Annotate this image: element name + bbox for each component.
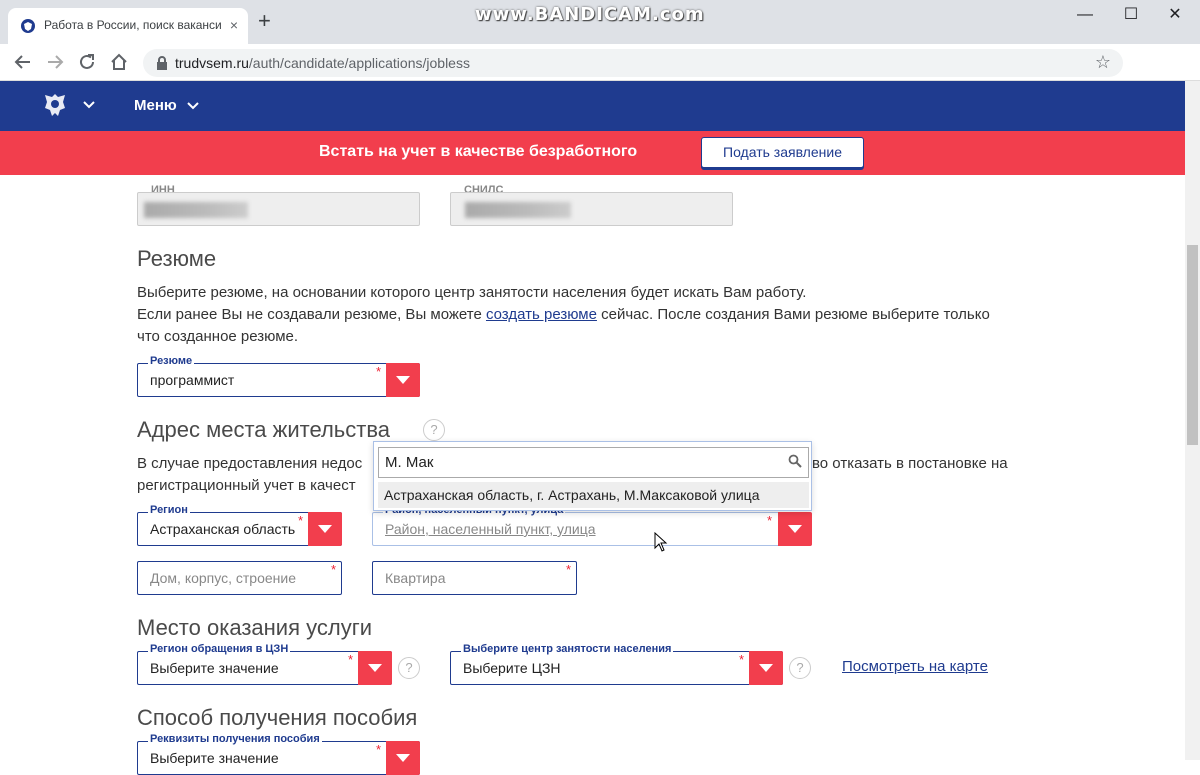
submit-application-button[interactable]: Подать заявление xyxy=(701,137,864,168)
service-region-help-icon[interactable]: ? xyxy=(398,657,420,679)
home-icon[interactable] xyxy=(108,51,130,73)
apartment-required-mark: * xyxy=(566,562,572,577)
service-region-select[interactable]: Выберите значение * xyxy=(137,651,392,685)
menu-button[interactable]: Меню xyxy=(134,97,177,114)
site-header: Меню xyxy=(0,81,1185,131)
address-desc-line1-pre: В случае предоставления недос xyxy=(137,455,363,472)
house-input[interactable]: Дом, корпус, строение * xyxy=(137,561,342,595)
lock-icon xyxy=(157,56,167,70)
benefit-details-select[interactable]: Выберите значение * xyxy=(137,741,420,775)
address-help-icon[interactable]: ? xyxy=(423,419,445,441)
address-bar: trudvsem.ru/auth/candidate/applications/… xyxy=(0,44,1200,117)
reload-icon[interactable] xyxy=(76,51,98,73)
employment-center-value: Выберите ЦЗН xyxy=(463,660,561,676)
resume-select[interactable]: программист * xyxy=(137,363,420,397)
service-region-required-mark: * xyxy=(348,652,354,667)
url-text: trudvsem.ru/auth/candidate/applications/… xyxy=(175,55,470,71)
inn-redacted xyxy=(144,202,248,218)
mouse-cursor-icon xyxy=(654,532,668,552)
url-input[interactable]: trudvsem.ru/auth/candidate/applications/… xyxy=(143,49,1123,77)
region-dropdown-arrow-icon[interactable] xyxy=(308,512,342,546)
url-domain: trudvsem.ru xyxy=(175,55,249,71)
recorder-watermark: www.BANDICAM.com xyxy=(475,4,705,25)
address-desc-line2-pre: регистрационный учет в качест xyxy=(137,477,356,494)
service-section-title: Место оказания услуги xyxy=(137,615,373,640)
address-description-left: В случае предоставления недос регистраци… xyxy=(137,453,377,497)
apartment-input-placeholder: Квартира xyxy=(385,570,446,586)
resume-desc-line2-pre: Если ранее Вы не создавали резюме, Вы мо… xyxy=(137,306,486,323)
create-resume-link[interactable]: создать резюме xyxy=(486,306,597,323)
employment-center-select[interactable]: Выберите ЦЗН * xyxy=(450,651,783,685)
district-option-text: Астраханская область, г. Астрахань, М.Ма… xyxy=(384,487,760,503)
employment-center-label: Выберите центр занятости населения xyxy=(461,643,674,655)
back-arrow-icon[interactable] xyxy=(12,51,34,73)
employment-center-dropdown-arrow-icon[interactable] xyxy=(749,651,783,685)
tab-close-icon[interactable]: × xyxy=(230,17,238,33)
resume-desc-line2: Если ранее Вы не создавали резюме, Вы мо… xyxy=(137,304,1097,326)
region-required-mark: * xyxy=(298,513,304,528)
maximize-button[interactable]: ☐ xyxy=(1108,6,1154,26)
benefit-required-mark: * xyxy=(376,742,382,757)
tab-title: Работа в России, поиск ваканси xyxy=(44,18,222,32)
region-select-label: Регион xyxy=(148,504,190,516)
service-region-value: Выберите значение xyxy=(150,660,279,676)
district-search-input[interactable]: М. Мак xyxy=(378,447,809,478)
bookmark-star-icon[interactable]: ☆ xyxy=(1095,52,1111,73)
menu-chevron-down-icon[interactable] xyxy=(186,98,200,112)
district-dropdown-popup: М. Мак Астраханская область, г. Астрахан… xyxy=(373,441,812,511)
resume-required-mark: * xyxy=(376,364,382,379)
url-path: /auth/candidate/applications/jobless xyxy=(248,55,470,71)
service-region-label: Регион обращения в ЦЗН xyxy=(148,643,291,655)
address-description-right: во отказать в постановке на xyxy=(812,453,1008,475)
close-window-button[interactable]: ✕ xyxy=(1152,6,1198,26)
employment-center-required-mark: * xyxy=(739,652,745,667)
benefit-details-label: Реквизиты получения пособия xyxy=(148,733,322,745)
address-section-title: Адрес места жительства xyxy=(137,417,391,442)
benefit-section-title: Способ получения пособия xyxy=(137,705,418,730)
district-select-placeholder: Район, населенный пункт, улица xyxy=(385,521,596,537)
employment-center-help-icon[interactable]: ? xyxy=(789,657,811,679)
resume-select-label: Резюме xyxy=(148,355,195,367)
resume-description: Выберите резюме, на основании которого ц… xyxy=(137,282,1097,348)
district-option[interactable]: Астраханская область, г. Астрахань, М.Ма… xyxy=(378,482,809,508)
snils-field xyxy=(450,192,733,226)
resume-desc-line1: Выберите резюме, на основании которого ц… xyxy=(137,284,807,301)
inn-field xyxy=(137,192,420,226)
emblem-chevron-down-icon[interactable] xyxy=(82,97,96,111)
snils-redacted xyxy=(465,202,571,218)
house-input-placeholder: Дом, корпус, строение xyxy=(150,570,296,586)
resume-desc-line2-post: сейчас. После создания Вами резюме выбер… xyxy=(596,306,990,323)
apartment-input[interactable]: Квартира * xyxy=(372,561,577,595)
browser-tab[interactable]: Работа в России, поиск ваканси × xyxy=(8,8,248,44)
district-required-mark: * xyxy=(767,513,773,528)
district-search-value: М. Мак xyxy=(385,454,434,471)
benefit-dropdown-arrow-icon[interactable] xyxy=(386,741,420,775)
unemployed-registration-banner: Встать на учет в качестве безработного П… xyxy=(0,131,1185,175)
banner-text: Встать на учет в качестве безработного xyxy=(319,143,638,160)
district-select[interactable]: Район, населенный пункт, улица * xyxy=(372,512,812,546)
search-icon xyxy=(788,454,802,468)
address-desc-line1-post: во отказать в постановке на xyxy=(812,455,1008,472)
page-scrollbar-thumb[interactable] xyxy=(1187,245,1198,445)
russia-emblem-icon[interactable] xyxy=(40,90,70,120)
resume-select-value: программист xyxy=(150,372,235,388)
district-dropdown-arrow-icon[interactable] xyxy=(778,512,812,546)
resume-section-title: Резюме xyxy=(137,246,217,271)
resume-dropdown-arrow-icon[interactable] xyxy=(386,363,420,397)
benefit-details-value: Выберите значение xyxy=(150,750,279,766)
region-select-value: Астраханская область xyxy=(150,521,296,537)
browser-tab-bar: Работа в России, поиск ваканси × + www.B… xyxy=(0,0,1200,44)
forward-arrow-icon[interactable] xyxy=(44,51,66,73)
view-on-map-link[interactable]: Посмотреть на карте xyxy=(842,658,988,675)
service-region-dropdown-arrow-icon[interactable] xyxy=(358,651,392,685)
minimize-button[interactable]: — xyxy=(1062,6,1108,26)
new-tab-button[interactable]: + xyxy=(258,10,271,32)
site-favicon-icon xyxy=(21,19,35,33)
resume-desc-line3: что созданное резюме. xyxy=(137,328,299,345)
region-select[interactable]: Астраханская область * xyxy=(137,512,342,546)
house-required-mark: * xyxy=(331,562,337,577)
